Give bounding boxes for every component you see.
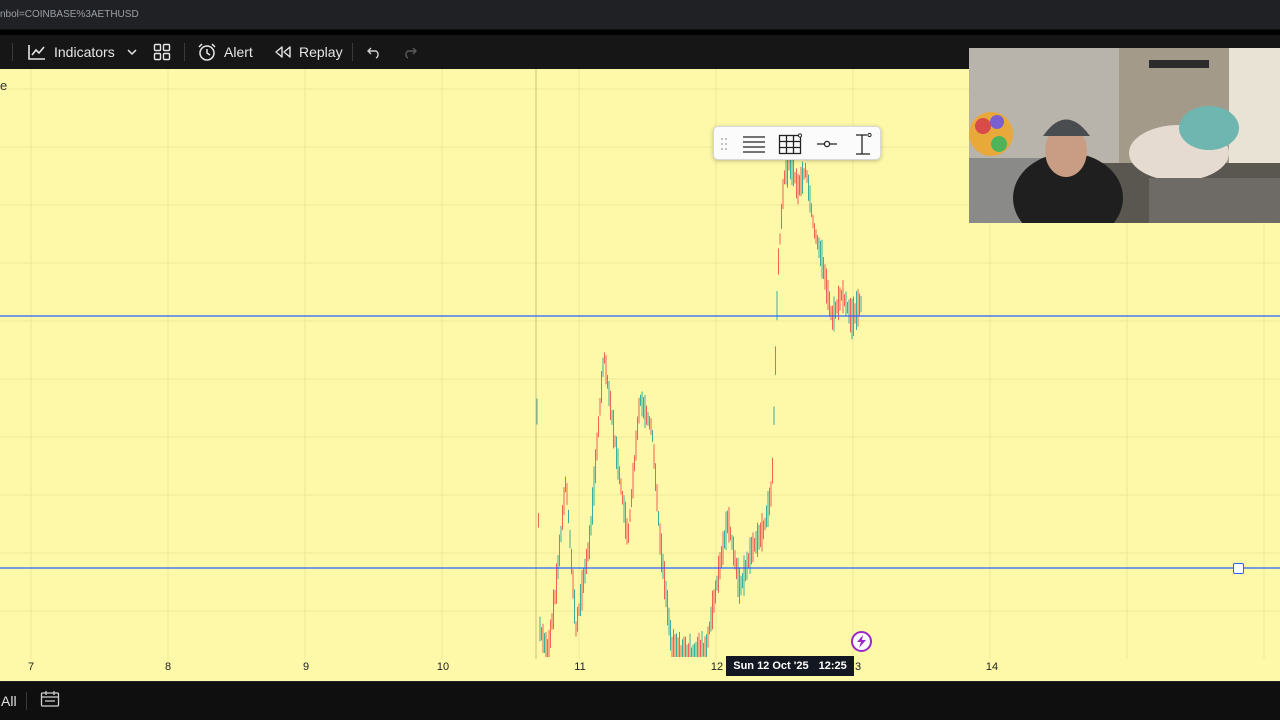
crosshair-time: 12:25 [818, 660, 847, 672]
x-axis-label: 14 [985, 661, 999, 673]
line-tool-icon[interactable] [813, 131, 841, 157]
go-to-date-button[interactable] [38, 690, 62, 712]
drag-handle-icon[interactable] [716, 131, 732, 157]
indicators-button[interactable]: Indicators [27, 39, 115, 65]
grid-squares-icon [153, 43, 171, 61]
templates-button[interactable] [153, 39, 171, 65]
chart-line-icon [27, 43, 47, 61]
redo-button[interactable] [402, 39, 418, 65]
url-text: nbol=COINBASE%3AETHUSD [0, 9, 139, 20]
x-axis-label: 12 [710, 661, 724, 673]
x-axis-label: 11 [574, 661, 586, 673]
grid-icon[interactable] [776, 131, 804, 157]
x-axis-label: 9 [302, 661, 310, 673]
range-all-button[interactable]: All [1, 693, 17, 709]
alert-label: Alert [224, 44, 253, 60]
undo-button[interactable] [366, 39, 382, 65]
bottom-toolbar: All [0, 681, 1280, 720]
x-axis-label: 3 [854, 661, 862, 673]
chevron-down-icon [126, 47, 138, 57]
line-drag-handle[interactable] [1233, 563, 1244, 574]
indicators-label: Indicators [54, 44, 115, 60]
toolbar-divider [12, 43, 13, 61]
crosshair-date: Sun 12 Oct '25 [733, 660, 809, 672]
alarm-clock-plus-icon [197, 42, 217, 62]
chart-corner-label: e [0, 78, 8, 93]
toolbar-divider [184, 43, 185, 61]
candles [536, 154, 862, 657]
horizontal-lines-icon[interactable] [740, 131, 768, 157]
x-axis-label: 7 [27, 661, 35, 673]
browser-address-bar[interactable]: nbol=COINBASE%3AETHUSD [0, 0, 1280, 30]
alert-button[interactable]: Alert [197, 39, 253, 65]
x-axis-label: 10 [436, 661, 450, 673]
calendar-icon [40, 690, 60, 713]
webcam-overlay [969, 48, 1280, 223]
toolbar-divider [26, 692, 27, 710]
webcam-image [969, 48, 1280, 223]
indicators-dropdown[interactable] [126, 39, 138, 65]
redo-icon [402, 45, 418, 59]
toolbar-divider [352, 43, 353, 61]
floating-drawing-toolbar [713, 126, 881, 160]
replay-label: Replay [299, 44, 343, 60]
crosshair-time-label: Sun 12 Oct '25 12:25 [726, 656, 854, 676]
lightning-icon[interactable] [851, 631, 872, 652]
price-range-icon[interactable] [849, 131, 877, 157]
rewind-icon [274, 45, 292, 59]
replay-button[interactable]: Replay [274, 39, 343, 65]
x-axis-label: 8 [164, 661, 172, 673]
undo-icon [366, 45, 382, 59]
